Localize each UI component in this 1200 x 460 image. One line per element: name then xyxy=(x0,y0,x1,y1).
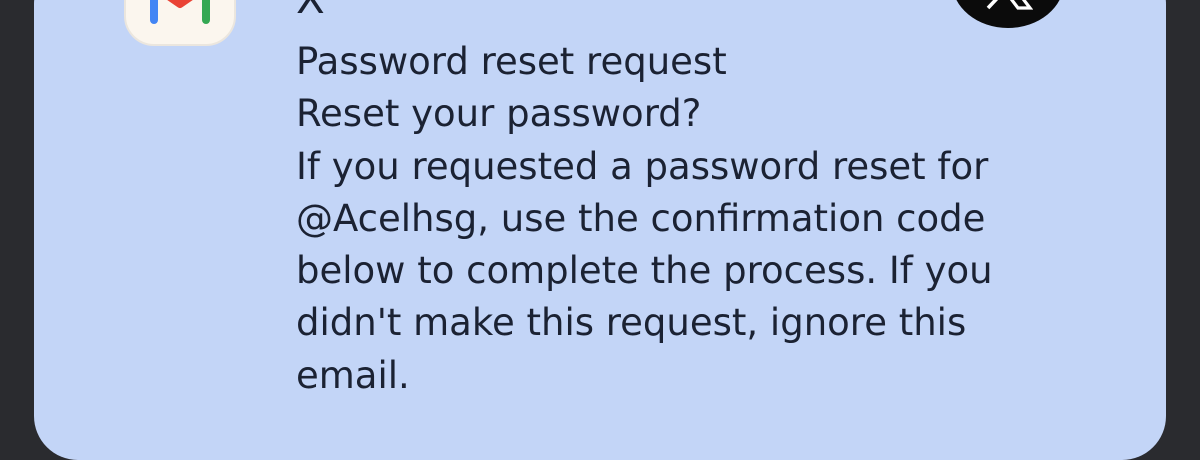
notification-sender: X xyxy=(296,0,325,24)
notification-headline: Reset your password? xyxy=(296,92,702,136)
notification-message-line: @Acelhsg, use the confirmation code xyxy=(296,196,986,240)
notification-message-line: didn't make this request, ignore this xyxy=(296,301,967,345)
notification-card[interactable]: X Password reset request Reset your pass… xyxy=(34,0,1166,460)
notification-subject: Password reset request xyxy=(296,40,727,83)
gmail-icon xyxy=(124,0,236,46)
notification-message-line: email. xyxy=(296,353,410,397)
x-logo-glyph xyxy=(986,0,1033,10)
notification-content: Password reset request Reset your passwo… xyxy=(296,36,1116,402)
x-logo-icon xyxy=(952,0,1064,28)
gmail-logo xyxy=(150,0,210,24)
notification-message-line: below to complete the process. If you xyxy=(296,249,993,293)
notification-message-line: If you requested a password reset for xyxy=(296,144,989,188)
